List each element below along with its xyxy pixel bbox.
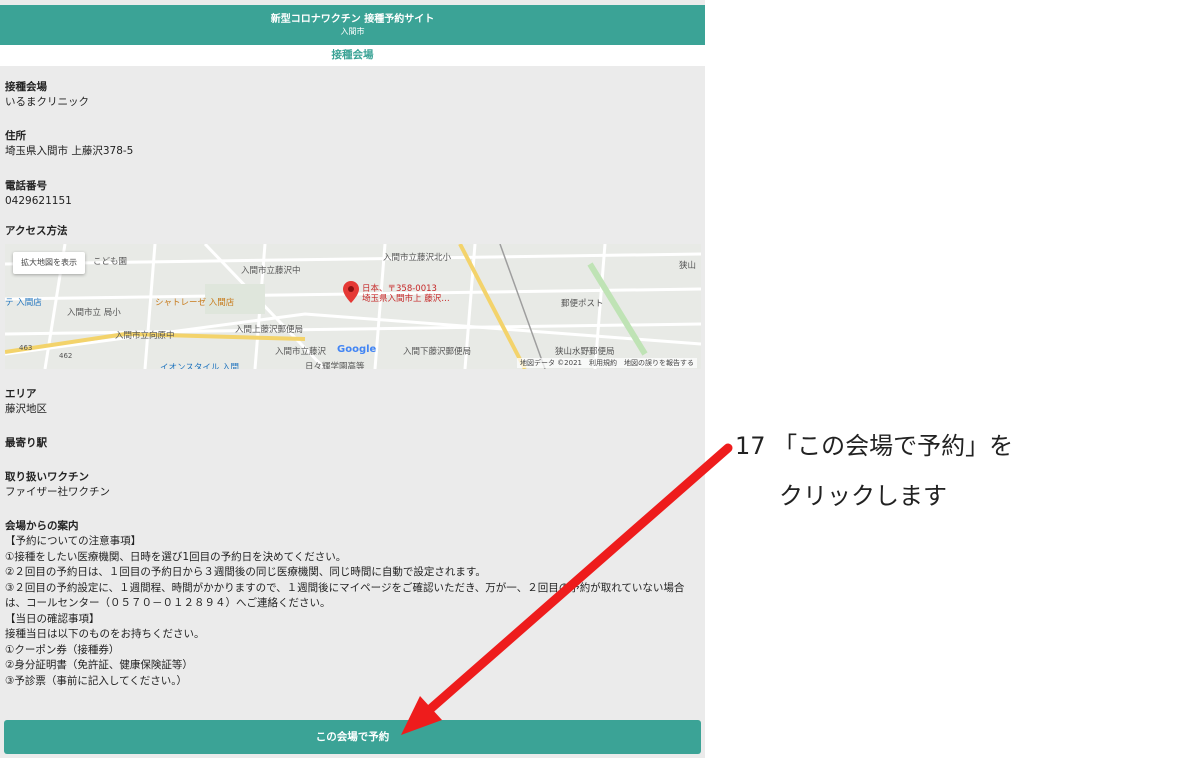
map-label: 狭山 [679,261,697,271]
notes-line: 接種当日は以下のものをお持ちください。 [5,628,205,640]
instruction-line2: クリックします [779,482,947,510]
site-header: 新型コロナワクチン 接種予約サイト 入間市 [0,5,705,45]
phone-field: 電話番号 0429621151 [5,179,72,209]
area-label: エリア [5,388,37,400]
address-label: 住所 [5,130,26,142]
notes-line: ②身分証明書（免許証、健康保険証等） [5,659,193,671]
google-logo: Google [337,344,377,355]
venue-label: 接種会場 [5,81,47,93]
map-label: 入間市立藤沢中 [241,266,301,276]
instruction-annotation: 17 「この会場で予約」を クリックします [735,426,1013,511]
vaccine-field: 取り扱いワクチン ファイザー社ワクチン [5,470,110,500]
notes-line: ②２回目の予約日は、１回目の予約日から３週間後の同じ医療機関、同じ時間に自動で設… [5,566,486,578]
area-value: 藤沢地区 [5,403,47,415]
map-pin-line1: 日本、〒358-0013 [362,284,437,294]
map-label: 入間市立藤沢 [275,347,327,357]
route-shield: 462 [59,352,73,360]
map-label: 入間下藤沢郵便局 [403,347,472,357]
route-shield: 463 [19,344,33,352]
map-label: 狭山水野郵便局 [555,347,615,357]
vaccine-value: ファイザー社ワクチン [5,486,110,498]
map-pin-address: 日本、〒358-0013 埼玉県入間市上 藤沢… [362,284,450,304]
vaccine-label: 取り扱いワクチン [5,471,89,483]
notes-label: 会場からの案内 [5,520,79,532]
reserve-this-venue-button[interactable]: この会場で予約 [4,720,701,754]
map-label: シャトレーゼ 入間店 [155,298,235,308]
phone-label: 電話番号 [5,180,47,192]
instruction-line1: 17 「この会場で予約」を [735,432,1014,460]
map-label: イオンスタイル 入間 [160,363,240,369]
notes-line: ①接種をしたい医療機関、日時を選び1回目の予約日を決めてください。 [5,550,347,563]
notes-line: 【予約についての注意事項】 [5,535,142,547]
map-label: 郵便ポスト [561,299,604,309]
notes-heading: 会場からの案内 [5,519,79,534]
map-label: 日々輝学園高等 [305,362,365,369]
station-field: 最寄り駅 [5,436,47,451]
notes-line: 【当日の確認事項】 [5,612,100,625]
map-label: テ 入間店 [5,298,42,308]
notes-body: 【予約についての注意事項】 ①接種をしたい医療機関、日時を選び1回目の予約日を決… [5,534,703,689]
venue-field: 接種会場 いるまクリニック [5,80,89,110]
map[interactable]: 拡大地図を表示 こども園 テ 入間店 入間市立藤沢中 入間市立藤沢北小 シャトレ… [5,244,701,369]
address-value: 埼玉県入間市 上藤沢378-5 [5,145,134,157]
venue-value: いるまクリニック [5,96,89,108]
notes-line: ①クーポン券（接種券） [5,643,120,656]
map-pin-line2: 埼玉県入間市上 藤沢… [362,294,450,304]
section-title: 接種会場 [0,45,705,66]
map-label: 入間市立 局小 [67,308,121,318]
address-field: 住所 埼玉県入間市 上藤沢378-5 [5,129,133,159]
access-field: アクセス方法 [5,224,67,239]
map-label: 入間市立向原中 [115,331,175,341]
map-label: こども園 [93,257,128,267]
station-label: 最寄り駅 [5,437,47,449]
site-city: 入間市 [340,27,365,36]
area-field: エリア 藤沢地区 [5,387,47,417]
phone-value: 0429621151 [5,195,72,207]
map-footer[interactable]: 地図データ ©2021 利用規約 地図の誤りを報告する [516,358,697,368]
notes-line: ③２回目の予約設定に、１週間程、時間がかかりますので、１週間後にマイページをご確… [5,581,685,610]
map-label: 入間市立藤沢北小 [383,253,452,263]
map-label: 入間上藤沢郵便局 [235,325,304,335]
notes-line: ③予診票（事前に記入してください。） [5,674,188,687]
booking-page: 新型コロナワクチン 接種予約サイト 入間市 接種会場 接種会場 いるまクリニック… [0,0,705,758]
map-enlarge-link[interactable]: 拡大地図を表示 [13,252,85,274]
access-label: アクセス方法 [5,225,68,237]
map-pin-icon [343,281,359,303]
site-title: 新型コロナワクチン 接種予約サイト [270,14,435,25]
